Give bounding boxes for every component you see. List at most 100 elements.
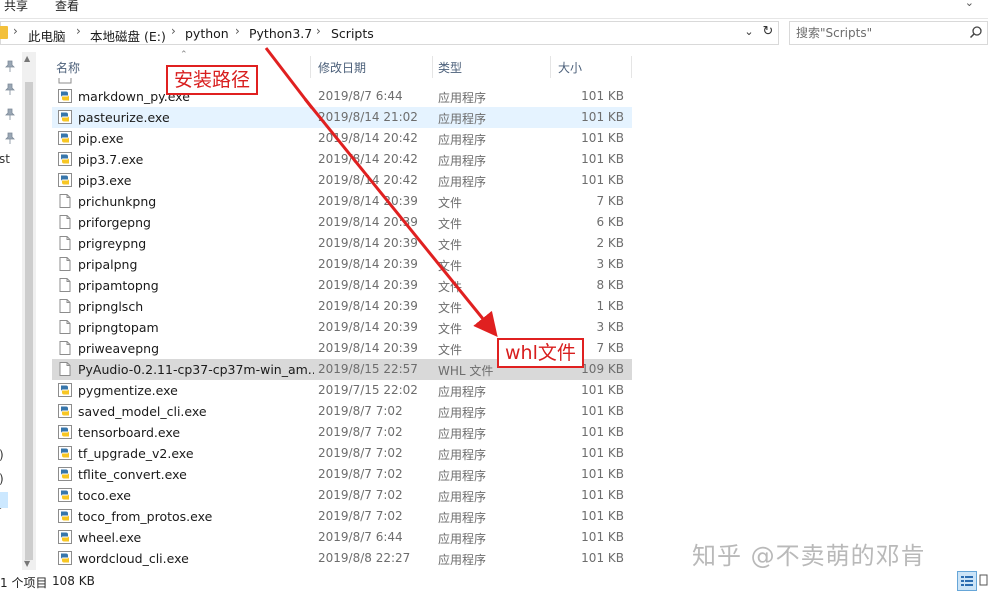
file-date: 2019/8/14 20:39	[318, 341, 418, 355]
nav-item-label[interactable]: )	[0, 448, 4, 462]
file-size: 3 KB	[552, 257, 624, 271]
nav-selected-highlight	[0, 492, 8, 508]
column-header-date[interactable]: 修改日期	[318, 59, 366, 76]
address-bar[interactable]: › 此电脑 › 本地磁盘 (E:) › python › Python3.7 ›…	[0, 21, 779, 45]
breadcrumb-python[interactable]: python	[185, 26, 229, 41]
file-row[interactable]: saved_model_cli.exe2019/8/7 7:02应用程序101 …	[52, 401, 632, 422]
search-icon[interactable]	[969, 25, 983, 39]
file-date: 2019/8/14 21:02	[318, 110, 418, 124]
pin-icon[interactable]	[5, 108, 15, 120]
file-type: 文件	[438, 194, 462, 211]
file-type: 文件	[438, 215, 462, 232]
python-exe-icon	[57, 445, 73, 461]
breadcrumb-this-pc[interactable]: 此电脑	[28, 26, 66, 45]
file-row[interactable]: pasteurize.exe2019/8/14 21:02应用程序101 KB	[52, 107, 632, 128]
file-row[interactable]: pripngtopam2019/8/14 20:39文件3 KB	[52, 317, 632, 338]
file-name: prigreypng	[78, 236, 314, 251]
folder-icon	[0, 26, 8, 39]
file-row[interactable]: pygmentize.exe2019/7/15 22:02应用程序101 KB	[52, 380, 632, 401]
column-divider[interactable]	[432, 56, 433, 78]
breadcrumb-separator-icon[interactable]: ›	[235, 24, 240, 38]
file-row[interactable]: tflite_convert.exe2019/8/7 7:02应用程序101 K…	[52, 464, 632, 485]
file-row[interactable]: pip3.exe2019/8/14 20:42应用程序101 KB	[52, 170, 632, 191]
file-date: 2019/8/15 22:57	[318, 362, 418, 376]
sort-ascending-icon: ⌃	[180, 50, 188, 60]
file-row[interactable]: tensorboard.exe2019/8/7 7:02应用程序101 KB	[52, 422, 632, 443]
column-header-name[interactable]: 名称	[56, 59, 80, 76]
column-divider[interactable]	[310, 56, 311, 78]
scroll-down-icon[interactable]: ▼	[24, 559, 30, 568]
search-box[interactable]	[789, 21, 988, 45]
breadcrumb-scripts[interactable]: Scripts	[331, 26, 374, 41]
file-name: prichunkpng	[78, 194, 314, 209]
file-row[interactable]: tf_upgrade_v2.exe2019/8/7 7:02应用程序101 KB	[52, 443, 632, 464]
file-row[interactable]: toco_from_protos.exe2019/8/7 7:02应用程序101…	[52, 506, 632, 527]
nav-item-label[interactable]: st	[0, 152, 10, 166]
address-history-dropdown-icon[interactable]: ⌄	[742, 25, 756, 41]
file-row[interactable]: markdown_py.exe2019/8/7 6:44应用程序101 KB	[52, 86, 632, 107]
nav-item-label[interactable]: )	[0, 472, 4, 486]
file-row[interactable]: wheel.exe2019/8/7 6:44应用程序101 KB	[52, 527, 632, 548]
navigation-scrollbar[interactable]: ▲ ▼	[22, 52, 36, 570]
file-type: 文件	[438, 278, 462, 295]
file-type: 应用程序	[438, 446, 486, 463]
details-view-icon	[958, 572, 976, 590]
file-row[interactable]: pip.exe2019/8/14 20:42应用程序101 KB	[52, 128, 632, 149]
pin-icon[interactable]	[5, 132, 15, 144]
search-input[interactable]	[796, 25, 956, 41]
scrollbar-thumb[interactable]	[25, 82, 33, 560]
pin-icon[interactable]	[5, 60, 15, 72]
whl-file-callout: whl文件	[497, 338, 584, 368]
file-row[interactable]: pripalpng2019/8/14 20:39文件3 KB	[52, 254, 632, 275]
file-date: 2019/8/8 22:27	[318, 551, 410, 565]
file-row[interactable]: priforgepng2019/8/14 20:39文件6 KB	[52, 212, 632, 233]
file-name: pripngtopam	[78, 320, 314, 335]
column-divider[interactable]	[550, 56, 551, 78]
blank-file-icon	[57, 319, 73, 335]
file-size: 3 KB	[552, 320, 624, 334]
ribbon-tab-view[interactable]: 查看	[55, 0, 79, 14]
file-date: 2019/8/14 20:39	[318, 257, 418, 271]
file-type: 应用程序	[438, 383, 486, 400]
file-row[interactable]: prichunkpng2019/8/14 20:39文件7 KB	[52, 191, 632, 212]
breadcrumb-separator-icon[interactable]: ›	[171, 24, 176, 38]
breadcrumb-separator-icon[interactable]: ›	[13, 24, 18, 38]
breadcrumb-local-disk[interactable]: 本地磁盘 (E:)	[90, 26, 166, 45]
column-divider[interactable]	[631, 56, 632, 78]
file-row[interactable]: prigreypng2019/8/14 20:39文件2 KB	[52, 233, 632, 254]
file-name: pripamtopng	[78, 278, 314, 293]
details-view-button[interactable]	[957, 571, 977, 591]
file-date: 2019/8/14 20:39	[318, 320, 418, 334]
column-header-size[interactable]: 大小	[558, 59, 582, 76]
file-size: 101 KB	[552, 383, 624, 397]
file-name: pip3.7.exe	[78, 152, 314, 167]
scroll-up-icon[interactable]: ▲	[24, 54, 30, 63]
python-exe-icon	[57, 424, 73, 440]
file-row[interactable]: toco.exe2019/8/7 7:02应用程序101 KB	[52, 485, 632, 506]
file-date: 2019/8/14 20:39	[318, 278, 418, 292]
file-row[interactable]: wordcloud_cli.exe2019/8/8 22:27应用程序101 K…	[52, 548, 632, 569]
python-exe-icon	[57, 550, 73, 566]
file-name: wordcloud_cli.exe	[78, 551, 314, 566]
file-name: tensorboard.exe	[78, 425, 314, 440]
breadcrumb-separator-icon[interactable]: ›	[316, 24, 321, 38]
file-row[interactable]: pip3.7.exe2019/8/14 20:42应用程序101 KB	[52, 149, 632, 170]
column-header-row: ⌃ 名称 修改日期 类型 大小	[52, 56, 632, 78]
file-row[interactable]: pripamtopng2019/8/14 20:39文件8 KB	[52, 275, 632, 296]
large-icons-view-button[interactable]	[978, 571, 988, 591]
ribbon-tab-share[interactable]: 共享	[4, 0, 28, 14]
file-date: 2019/8/7 7:02	[318, 509, 403, 523]
column-header-type[interactable]: 类型	[438, 59, 462, 76]
breadcrumb-python37[interactable]: Python3.7	[249, 26, 312, 41]
file-size: 7 KB	[552, 194, 624, 208]
pin-icon[interactable]	[5, 83, 15, 95]
python-exe-icon	[57, 109, 73, 125]
file-name: pripnglsch	[78, 299, 314, 314]
file-name: toco.exe	[78, 488, 314, 503]
breadcrumb-separator-icon[interactable]: ›	[76, 24, 81, 38]
python-exe-icon	[57, 172, 73, 188]
ribbon-collapse-icon[interactable]: ⌄	[965, 0, 974, 9]
file-row[interactable]: pripnglsch2019/8/14 20:39文件1 KB	[52, 296, 632, 317]
python-exe-icon	[57, 403, 73, 419]
refresh-icon[interactable]: ↻	[760, 24, 776, 42]
